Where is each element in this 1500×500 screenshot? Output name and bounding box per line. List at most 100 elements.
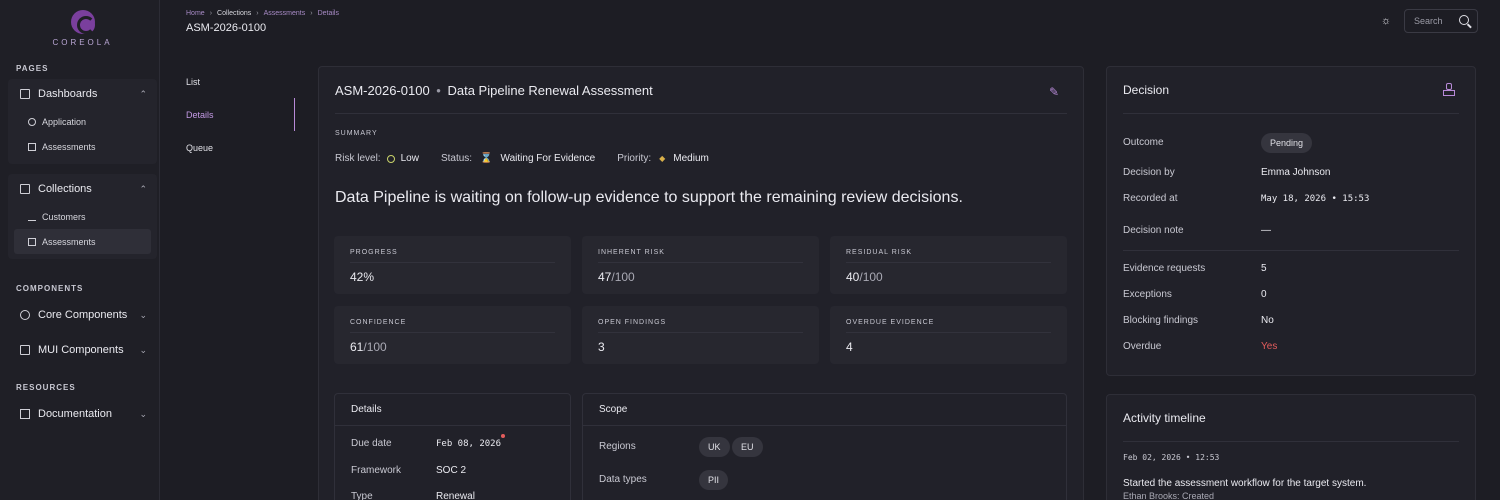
nav-dashboards-label: Dashboards <box>38 88 98 100</box>
tab-details[interactable]: Details <box>186 110 214 120</box>
framework-value: SOC 2 <box>436 465 467 476</box>
decision-by-label: Decision by <box>1123 167 1175 178</box>
edit-icon[interactable]: ✎ <box>1049 85 1061 99</box>
document-icon <box>28 237 36 246</box>
blocking-findings-value: No <box>1261 315 1274 326</box>
search-placeholder: Search <box>1414 16 1443 26</box>
assessment-card: ASM-2026-0100 • Data Pipeline Renewal As… <box>318 66 1084 500</box>
metric-label: CONFIDENCE <box>350 319 407 326</box>
risk-level-label: Risk level: <box>335 153 381 164</box>
section-label-resources: RESOURCES <box>16 383 76 392</box>
metric-progress: PROGRESS 42% <box>334 236 571 294</box>
decision-card: Decision Outcome Pending Decision by Emm… <box>1106 66 1476 376</box>
overdue-value: Yes <box>1261 341 1278 352</box>
tab-list[interactable]: List <box>186 77 200 87</box>
breadcrumb-collections[interactable]: Collections <box>217 10 251 17</box>
nav-core-components[interactable]: Core Components ⌄ <box>8 300 157 330</box>
decision-note-label: Decision note <box>1123 225 1184 236</box>
chevron-up-icon: ⌃ <box>139 183 147 194</box>
recorded-at-value: May 18, 2026 • 15:53 <box>1261 194 1370 204</box>
summary-label: SUMMARY <box>335 130 378 137</box>
metric-value: 4 <box>846 340 853 354</box>
framework-label: Framework <box>351 465 402 476</box>
breadcrumb-home[interactable]: Home <box>186 10 205 17</box>
metric-overdue-evidence: OVERDUE EVIDENCE 4 <box>830 306 1067 364</box>
sidebar-item-application[interactable]: Application <box>14 109 151 134</box>
outcome-chip: Pending <box>1261 133 1313 153</box>
evidence-requests-value: 5 <box>1261 263 1267 274</box>
breadcrumb: Home › Collections › Assessments › Details <box>186 10 339 17</box>
metric-label: OPEN FINDINGS <box>598 319 667 326</box>
breadcrumb-details[interactable]: Details <box>318 10 339 17</box>
priority-label: Priority: <box>617 153 652 164</box>
risk-low-icon <box>386 154 395 163</box>
theme-toggle-button[interactable]: ☼ <box>1379 14 1393 28</box>
metric-residual-risk: RESIDUAL RISK 40/100 <box>830 236 1067 294</box>
risk-level-value: Low <box>400 153 419 164</box>
nav-core-components-label: Core Components <box>38 309 128 321</box>
status-line: Risk level: Low Status: ⌛ Waiting For Ev… <box>335 153 709 164</box>
due-date-label: Due date <box>351 438 392 449</box>
metric-label: INHERENT RISK <box>598 249 665 256</box>
activity-title: Activity timeline <box>1123 411 1206 425</box>
sidebar-item-dashboard-assessments[interactable]: Assessments <box>14 134 151 159</box>
priority-value: Medium <box>673 153 709 164</box>
status-value: Waiting For Evidence <box>500 153 596 164</box>
due-date-value: Feb 08, 2026 <box>436 439 502 449</box>
book-icon <box>20 409 30 419</box>
nav-documentation[interactable]: Documentation ⌄ <box>8 399 157 429</box>
decision-title: Decision <box>1123 83 1170 97</box>
assessment-id: ASM-2026-0100 <box>335 83 430 98</box>
search-icon <box>1459 15 1469 25</box>
users-icon <box>28 213 36 221</box>
hourglass-icon: ⌛ <box>480 153 493 164</box>
scope-title: Scope <box>599 404 628 415</box>
recorded-at-label: Recorded at <box>1123 193 1178 204</box>
nav-documentation-label: Documentation <box>38 408 112 420</box>
brand-logo[interactable]: COREOLA <box>40 8 125 47</box>
assessment-name: Data Pipeline Renewal Assessment <box>447 83 653 98</box>
metric-value: 40/100 <box>846 270 883 284</box>
activity-meta: Ethan Brooks: Created <box>1123 491 1215 500</box>
sidebar: COREOLA PAGES Dashboards ⌃ Application A… <box>0 0 160 500</box>
sidebar-item-label: Customers <box>42 211 86 222</box>
decision-note-value: — <box>1261 225 1271 236</box>
metric-confidence: CONFIDENCE 61/100 <box>334 306 571 364</box>
collections-icon <box>20 184 30 194</box>
exceptions-label: Exceptions <box>1123 289 1172 300</box>
metric-open-findings: OPEN FINDINGS 3 <box>582 306 819 364</box>
assessment-heading: ASM-2026-0100 • Data Pipeline Renewal As… <box>335 83 653 98</box>
type-label: Type <box>351 491 373 500</box>
nav-mui-components-label: MUI Components <box>38 344 124 356</box>
sidebar-item-label: Assessments <box>42 236 96 247</box>
region-chip: EU <box>732 437 763 457</box>
status-label: Status: <box>440 153 473 164</box>
outcome-label: Outcome <box>1123 137 1164 148</box>
tab-queue[interactable]: Queue <box>186 143 213 153</box>
stamp-icon[interactable] <box>1443 83 1455 96</box>
evidence-requests-label: Evidence requests <box>1123 263 1206 274</box>
breadcrumb-assessments[interactable]: Assessments <box>264 10 306 17</box>
due-date-alert-dot <box>501 434 505 438</box>
overdue-label: Overdue <box>1123 341 1162 352</box>
chevron-up-icon: ⌃ <box>139 88 147 99</box>
sidebar-item-label: Assessments <box>42 141 96 152</box>
divider <box>335 113 1067 114</box>
nav-group-collections: Collections ⌃ Customers Assessments <box>8 174 157 259</box>
nav-collections[interactable]: Collections ⌃ <box>8 174 157 204</box>
logo-icon <box>70 10 95 34</box>
nav-dashboards[interactable]: Dashboards ⌃ <box>8 79 157 109</box>
type-value: Renewal <box>436 491 475 500</box>
nav-mui-components[interactable]: MUI Components ⌄ <box>8 335 157 365</box>
sidebar-item-customers[interactable]: Customers <box>14 204 151 229</box>
assessment-headline: Data Pipeline is waiting on follow-up ev… <box>335 189 963 206</box>
activity-text: Started the assessment workflow for the … <box>1123 478 1367 489</box>
dashboard-icon <box>20 89 30 99</box>
nav-group-dashboards: Dashboards ⌃ Application Assessments <box>8 79 157 164</box>
metric-label: OVERDUE EVIDENCE <box>846 319 935 326</box>
activity-card: Activity timeline Feb 02, 2026 • 12:53 S… <box>1106 394 1476 500</box>
sidebar-item-collection-assessments[interactable]: Assessments <box>14 229 151 254</box>
metric-label: PROGRESS <box>350 249 398 256</box>
metric-value: 47/100 <box>598 270 635 284</box>
search-input[interactable]: Search <box>1404 9 1478 33</box>
